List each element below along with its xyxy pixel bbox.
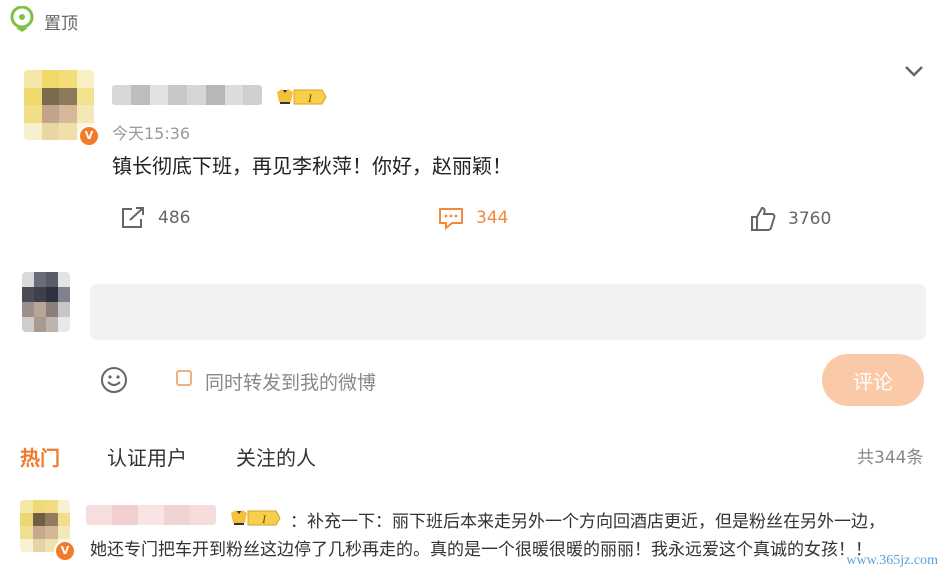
forward-checkbox[interactable] bbox=[176, 370, 192, 386]
level-badge-icon: I bbox=[277, 89, 327, 105]
tab-following[interactable]: 关注的人 bbox=[236, 442, 316, 471]
post-time: 今天15:36 bbox=[112, 124, 191, 143]
like-count: 3760 bbox=[788, 209, 832, 229]
comment-total: 共344条 bbox=[857, 448, 924, 468]
verified-badge: V bbox=[78, 125, 100, 147]
reply-line-1: ：补充一下：丽下班后本来走另外一个方向回酒店更近，但是粉丝在另外一边， bbox=[290, 512, 885, 532]
my-avatar bbox=[22, 272, 70, 332]
tab-hot[interactable]: 热门 bbox=[20, 442, 60, 471]
reply-author-name[interactable] bbox=[86, 505, 216, 525]
comment-button[interactable]: 344 bbox=[438, 206, 508, 230]
author-name[interactable] bbox=[112, 85, 262, 105]
reply-verified-badge: V bbox=[54, 540, 76, 562]
pin-icon bbox=[10, 6, 34, 32]
repost-count: 486 bbox=[158, 208, 191, 228]
pin-label: 置顶 bbox=[44, 14, 78, 34]
repost-button[interactable]: 486 bbox=[120, 206, 190, 230]
reply-level-badge-icon: I bbox=[231, 510, 281, 526]
reply-text: ：补充一下：丽下班后本来走另外一个方向回酒店更近，但是粉丝在另外一边， 她还专门… bbox=[90, 508, 930, 560]
like-button[interactable]: 3760 bbox=[750, 206, 831, 232]
comment-count: 344 bbox=[476, 208, 509, 228]
like-icon bbox=[751, 206, 776, 231]
chevron-down-icon[interactable] bbox=[903, 63, 925, 79]
post-text: 镇长彻底下班，再见李秋萍！你好，赵丽颖！ bbox=[112, 154, 512, 178]
comment-input[interactable] bbox=[90, 284, 926, 340]
tab-verified-users[interactable]: 认证用户 bbox=[107, 442, 187, 471]
emoji-icon[interactable] bbox=[100, 366, 128, 394]
reply-line-2: 她还专门把车开到粉丝这边停了几秒再走的。真的是一个很暖很暖的丽丽！我永远爱这个真… bbox=[90, 540, 872, 560]
forward-label[interactable]: 同时转发到我的微博 bbox=[205, 368, 376, 395]
submit-comment-button[interactable]: 评论 bbox=[822, 354, 924, 406]
repost-icon bbox=[122, 207, 144, 228]
comment-icon bbox=[439, 208, 463, 230]
watermark: www.365jz.com bbox=[846, 553, 938, 568]
